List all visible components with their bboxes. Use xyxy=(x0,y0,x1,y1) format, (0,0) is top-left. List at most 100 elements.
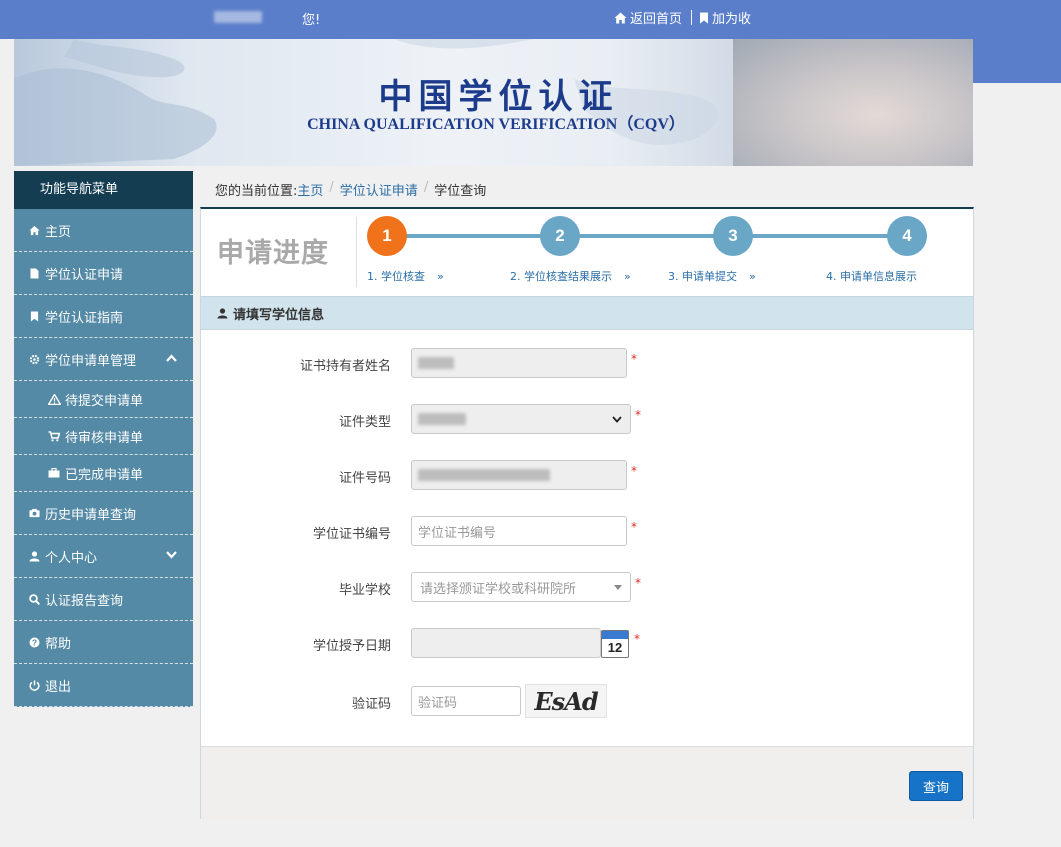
sidebar-item-label: 退出 xyxy=(45,679,72,695)
sidebar-item-apply[interactable]: 学位认证申请 xyxy=(14,252,193,295)
step-1-label: 1. 学位核查» xyxy=(367,270,444,283)
sidebar-item-home[interactable]: 主页 xyxy=(14,209,193,252)
sidebar-item-report[interactable]: 认证报告查询 xyxy=(14,578,193,621)
required-mark: * xyxy=(634,632,640,646)
greeting-text: 您! xyxy=(302,13,321,28)
bookmark-link[interactable]: 加为收 xyxy=(699,8,751,27)
top-links: 返回首页 加为收 xyxy=(614,8,751,27)
date-label: 学位授予日期 xyxy=(312,639,391,654)
date-field[interactable] xyxy=(411,628,601,658)
link-divider xyxy=(691,10,693,25)
form-row-holder-name: 证书持有者姓名 * xyxy=(201,348,973,380)
warning-icon xyxy=(47,393,61,405)
query-button[interactable]: 查询 xyxy=(909,771,963,801)
sidebar-subitem-completed[interactable]: 已完成申请单 xyxy=(14,455,193,492)
briefcase-icon xyxy=(47,468,61,478)
sidebar-item-label: 学位认证申请 xyxy=(45,267,124,283)
sidebar-item-label: 认证报告查询 xyxy=(45,593,124,609)
bookmark-link-label: 加为收 xyxy=(712,12,752,27)
required-mark: * xyxy=(631,520,637,534)
file-icon xyxy=(27,268,41,279)
step-3-circle: 3 xyxy=(713,216,753,256)
sidebar-subitem-pending-submit[interactable]: 待提交申请单 xyxy=(14,381,193,418)
cart-icon xyxy=(47,430,61,442)
captcha-input[interactable]: 验证码 xyxy=(411,686,521,716)
progress-title: 申请进度 xyxy=(217,238,329,269)
breadcrumb-apply-link[interactable]: 学位认证申请 xyxy=(340,180,418,199)
home-link-label: 返回首页 xyxy=(630,12,683,27)
section-header: 请填写学位信息 xyxy=(201,296,973,330)
calendar-day: 12 xyxy=(607,640,623,655)
holder-name-label: 证书持有者姓名 xyxy=(299,359,391,374)
home-link[interactable]: 返回首页 xyxy=(614,8,682,27)
sidebar-item-manage[interactable]: 学位申请单管理 xyxy=(14,338,193,381)
school-select[interactable]: 请选择颁证学校或科研院所 xyxy=(411,572,631,602)
step-3-label: 3. 申请单提交» xyxy=(668,270,756,283)
sidebar-item-label: 帮助 xyxy=(45,636,72,652)
redacted-value xyxy=(418,469,550,481)
id-type-label: 证件类型 xyxy=(338,415,391,430)
power-icon xyxy=(27,680,41,691)
sidebar-item-help[interactable]: ? 帮助 xyxy=(14,621,193,664)
redacted-value xyxy=(418,357,454,369)
sidebar-item-label: 学位认证指南 xyxy=(45,310,124,326)
sidebar-item-logout[interactable]: 退出 xyxy=(14,664,193,707)
breadcrumb-divider: / xyxy=(423,180,429,195)
form-row-id-type: 证件类型 * xyxy=(201,404,973,436)
cert-number-input[interactable]: 学位证书编号 xyxy=(411,516,627,546)
progress-bar: 申请进度 1 2 3 4 1. 学位核查» 2. 学位核查结果展示» 3. 申请… xyxy=(201,209,973,296)
user-icon xyxy=(217,307,228,318)
calendar-icon[interactable]: 12 xyxy=(601,630,629,658)
step-4-label: 4. 申请单信息展示 xyxy=(826,270,917,283)
banner-title-en: CHINA QUALIFICATION VERIFICATION（CQV） xyxy=(307,116,685,133)
step-1-circle: 1 xyxy=(367,216,407,256)
form-row-id-number: 证件号码 * xyxy=(201,460,973,492)
breadcrumb-current: 学位查询 xyxy=(434,184,487,199)
home-icon xyxy=(27,225,41,236)
caret-down-icon xyxy=(614,584,622,590)
sidebar-item-label: 历史申请单查询 xyxy=(45,507,137,523)
section-title: 请填写学位信息 xyxy=(233,307,325,323)
step-2-circle: 2 xyxy=(540,216,580,256)
home-icon xyxy=(614,12,627,23)
bookmark-icon xyxy=(700,12,709,23)
form-row-school: 毕业学校 请选择颁证学校或科研院所 * xyxy=(201,572,973,604)
cert-number-label: 学位证书编号 xyxy=(312,527,391,542)
sidebar-item-profile[interactable]: 个人中心 xyxy=(14,535,193,578)
sidebar-subitem-label: 已完成申请单 xyxy=(65,467,144,483)
chevron-up-icon xyxy=(166,351,177,366)
form-row-captcha: 验证码 验证码 EsAd xyxy=(201,684,973,718)
required-mark: * xyxy=(631,352,637,366)
redacted-value xyxy=(418,413,466,425)
sidebar-item-history[interactable]: 历史申请单查询 xyxy=(14,492,193,535)
breadcrumb-home-link[interactable]: 主页 xyxy=(297,180,323,199)
id-type-select[interactable] xyxy=(411,404,631,434)
required-mark: * xyxy=(635,576,641,590)
banner-right-strip xyxy=(973,39,1061,83)
calendar-header xyxy=(602,631,628,639)
sidebar-menu: 功能导航菜单 主页 学位认证申请 学位认证指南 学位申请单管理 待提交申请单 待… xyxy=(14,171,193,707)
sidebar-item-guide[interactable]: 学位认证指南 xyxy=(14,295,193,338)
holder-name-field[interactable] xyxy=(411,348,627,378)
step-2-label: 2. 学位核查结果展示» xyxy=(510,270,631,283)
progress-divider xyxy=(356,217,357,287)
captcha-label: 验证码 xyxy=(351,697,391,712)
progress-track xyxy=(387,234,927,238)
sidebar-item-label: 学位申请单管理 xyxy=(45,353,137,369)
chevron-down-icon xyxy=(612,415,622,423)
sidebar-subitem-pending-review[interactable]: 待审核申请单 xyxy=(14,418,193,455)
sidebar-subitem-label: 待提交申请单 xyxy=(65,393,144,409)
site-banner: 中国学位认证 CHINA QUALIFICATION VERIFICATION（… xyxy=(14,39,973,166)
id-number-field[interactable] xyxy=(411,460,627,490)
school-placeholder: 请选择颁证学校或科研院所 xyxy=(420,581,577,597)
form-row-date: 学位授予日期 12 * xyxy=(201,628,973,660)
form-footer: 查询 xyxy=(201,746,973,819)
step-4-circle: 4 xyxy=(887,216,927,256)
camera-icon xyxy=(27,508,41,518)
form-row-cert-number: 学位证书编号 学位证书编号 * xyxy=(201,516,973,548)
svg-text:?: ? xyxy=(31,637,36,647)
sidebar-item-label: 个人中心 xyxy=(45,550,98,566)
captcha-image[interactable]: EsAd xyxy=(525,684,607,718)
bookmark-icon xyxy=(27,311,41,322)
sidebar-item-label: 主页 xyxy=(45,224,72,240)
